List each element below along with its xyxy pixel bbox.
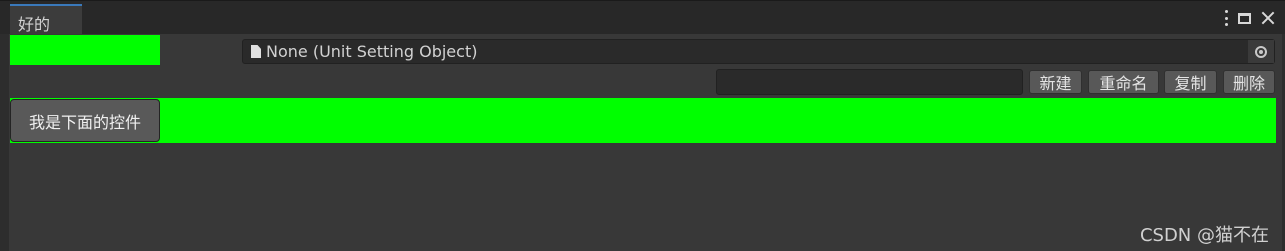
green-label-area [10, 35, 160, 65]
unit-setting-object-field[interactable]: None (Unit Setting Object) [242, 39, 1275, 64]
tab-main[interactable]: 好的 [10, 4, 82, 34]
new-button[interactable]: 新建 [1029, 70, 1082, 94]
tab-title: 好的 [18, 15, 51, 34]
name-input[interactable] [716, 69, 1023, 95]
green-control-area [10, 98, 1276, 143]
maximize-icon[interactable] [1238, 12, 1251, 24]
document-icon [251, 45, 261, 58]
object-picker-icon [1255, 45, 1267, 58]
below-control-button[interactable]: 我是下面的控件 [10, 99, 160, 142]
editor-window: 好的 None (Unit Setting Object) 新建 重命名 复制 … [0, 0, 1285, 251]
delete-button[interactable]: 删除 [1223, 70, 1275, 94]
watermark-text: CSDN @猫不在 [1139, 225, 1269, 246]
left-edge [0, 34, 9, 251]
close-icon[interactable] [1261, 11, 1275, 25]
tab-bar: 好的 [0, 1, 1285, 34]
copy-button[interactable]: 复制 [1164, 70, 1217, 94]
object-picker-button[interactable] [1247, 40, 1274, 63]
object-field-value: None (Unit Setting Object) [266, 42, 478, 61]
rename-button[interactable]: 重命名 [1088, 70, 1159, 94]
window-actions [1224, 7, 1275, 29]
more-options-icon[interactable] [1224, 10, 1228, 26]
